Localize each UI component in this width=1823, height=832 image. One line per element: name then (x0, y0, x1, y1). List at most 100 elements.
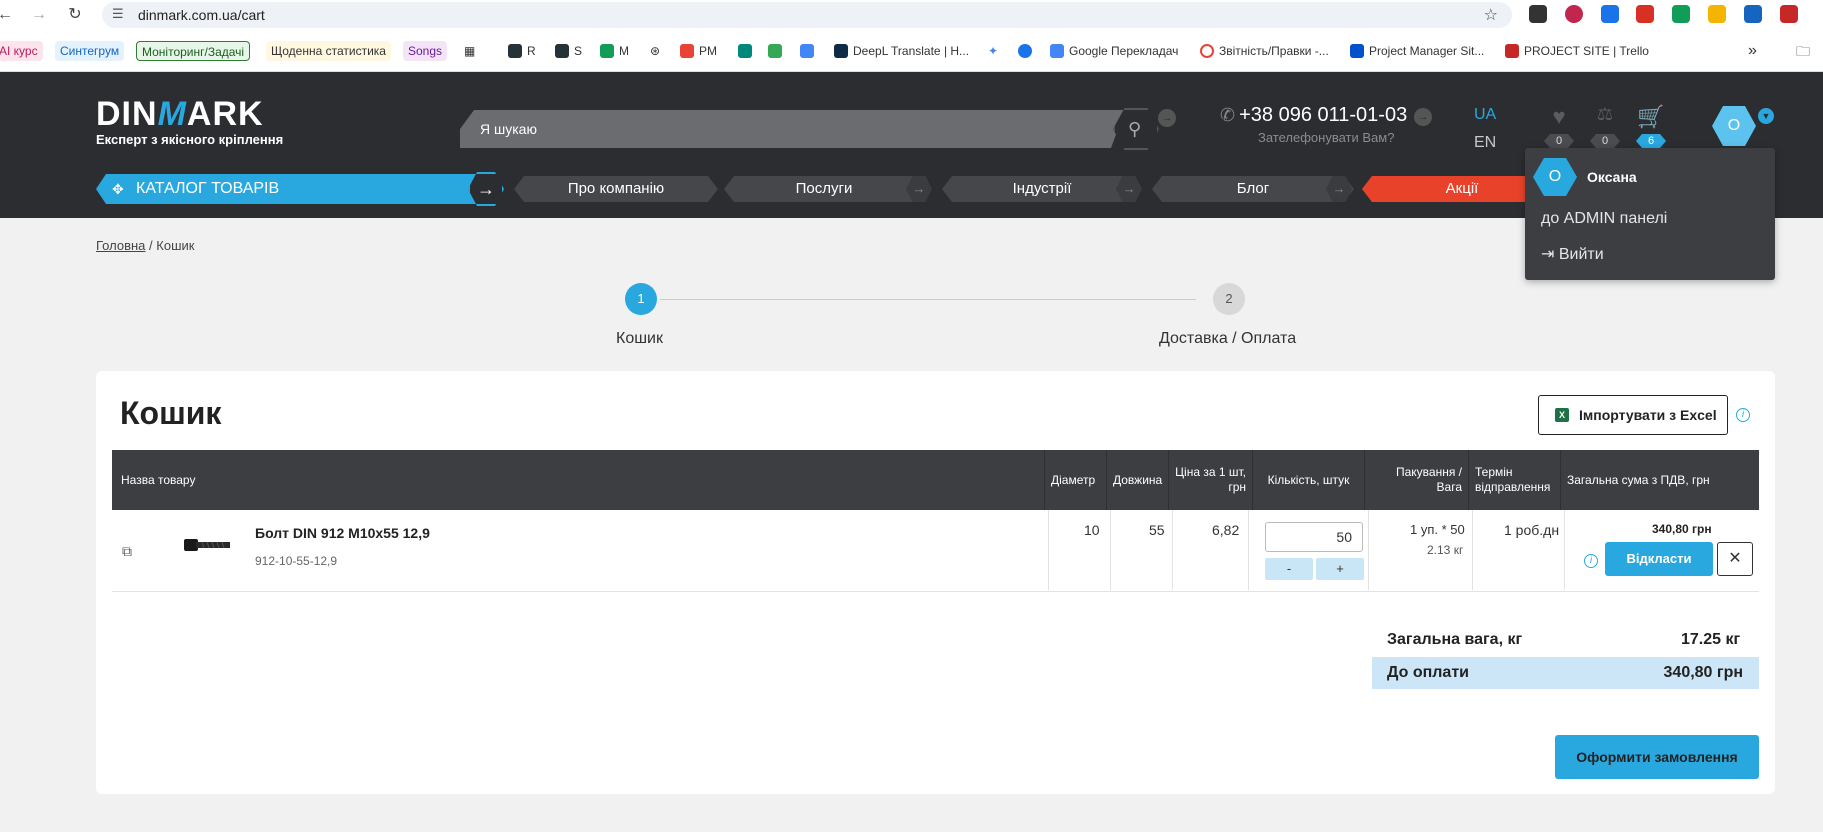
column-divider (1472, 510, 1473, 590)
gemini-icon[interactable]: ✦ (988, 41, 998, 61)
meet-icon[interactable] (738, 41, 757, 61)
logout-icon: ⇥ (1541, 246, 1559, 263)
nav-services[interactable]: Послуги (724, 176, 924, 202)
user-avatar[interactable]: О (1712, 106, 1756, 146)
col-diameter: Діаметр (1044, 450, 1106, 510)
step-line (660, 299, 1196, 300)
phone-arrow-icon[interactable]: → (1414, 108, 1432, 126)
play-icon[interactable] (768, 41, 787, 61)
slogan: Експерт з якісного кріплення (96, 132, 284, 147)
bookmark-item[interactable]: Звітність/Правки -... (1200, 41, 1329, 61)
column-divider (1248, 510, 1249, 590)
bookmark-item[interactable]: PROJECT SITE | Trello (1505, 41, 1649, 61)
bookmark-item[interactable]: AI курс (0, 41, 43, 61)
import-excel-button[interactable]: X Імпортувати з Excel (1538, 395, 1728, 435)
extension-circle-icon[interactable] (1672, 5, 1690, 23)
address-bar[interactable]: ☰ dinmark.com.ua/cart ☆ (102, 2, 1512, 28)
bookmark-item[interactable]: Project Manager Sit... (1350, 41, 1484, 61)
bookmark-star-icon[interactable]: ☆ (1484, 5, 1498, 25)
apps-grid-icon[interactable]: ▦ (464, 41, 475, 61)
extension-s-icon[interactable] (1636, 5, 1654, 23)
total-weight-label: Загальна вага, кг (1387, 631, 1523, 648)
bookmark-item[interactable]: DeepL Translate | H... (834, 41, 969, 61)
chatgpt-icon[interactable]: ⊛ (650, 41, 660, 61)
bookmark-item[interactable]: Синтегрум (55, 41, 125, 61)
to-pay-summary: До оплати 340,80 грн (1372, 657, 1759, 689)
column-divider (1048, 510, 1049, 590)
extension-arrow-icon[interactable] (1744, 5, 1762, 23)
breadcrumb-home[interactable]: Головна (96, 238, 145, 253)
col-packing: Пакування / Вага (1364, 450, 1468, 510)
site-logo[interactable]: DINMARK Експерт з якісного кріплення (96, 96, 283, 147)
extension-b-icon[interactable] (1601, 5, 1619, 23)
col-length: Довжина (1106, 450, 1168, 510)
bookmark-item[interactable]: M (600, 41, 629, 61)
checkout-button[interactable]: Оформити замовлення (1555, 735, 1759, 779)
step-2-circle[interactable]: 2 (1213, 283, 1245, 315)
reload-icon[interactable]: ↻ (64, 4, 86, 26)
info-icon[interactable]: i (1736, 408, 1750, 422)
quantity-increase-button[interactable]: + (1316, 558, 1364, 580)
user-name: Оксана (1587, 169, 1637, 185)
term-value: 1 роб.дн (1504, 522, 1560, 538)
lang-ua[interactable]: UA (1474, 106, 1496, 124)
more-bookmarks-icon[interactable]: » (1748, 41, 1757, 61)
folder-icon[interactable]: 🗀 (1796, 41, 1810, 61)
bookmarks-bar: AI курс Синтегрум Моніторинг/Задачі Щоде… (0, 38, 1823, 64)
quantity-input[interactable]: 50 (1265, 522, 1363, 552)
dropdown-avatar: О (1533, 158, 1577, 196)
nav-industries[interactable]: Індустрії (942, 176, 1142, 202)
phone-number[interactable]: ✆ +38 096 011-01-03 (1220, 104, 1407, 127)
breadcrumb-separator: / (149, 238, 153, 253)
product-image[interactable] (182, 530, 232, 560)
bookmark-item[interactable]: Google Перекладач (1050, 41, 1178, 61)
extension-translate-icon[interactable] (1708, 5, 1726, 23)
site-settings-icon[interactable]: ☰ (112, 6, 124, 22)
grid-icon: ✥ (112, 181, 124, 197)
nav-blog[interactable]: Блог (1152, 176, 1354, 202)
bookmark-item[interactable]: Моніторинг/Задачі (136, 41, 251, 61)
url-text: dinmark.com.ua/cart (138, 7, 265, 23)
cart-count: 6 (1636, 134, 1666, 148)
bookmark-item[interactable]: PM (680, 41, 717, 61)
weight-value: 2.13 кг (1427, 543, 1464, 557)
chevron-down-icon[interactable]: ▼ (1758, 108, 1774, 124)
compare-icon[interactable]: ⚖ (1590, 104, 1620, 125)
cart-icon[interactable]: 🛒 (1636, 104, 1666, 130)
callback-link[interactable]: Зателефонувати Вам? (1258, 130, 1394, 145)
wishlist-count: 0 (1544, 134, 1574, 148)
compare-count: 0 (1590, 134, 1620, 148)
lang-en[interactable]: EN (1474, 134, 1496, 152)
wishlist-heart-icon[interactable]: ♥ (1544, 104, 1574, 130)
podcast-icon[interactable] (1018, 41, 1037, 61)
back-icon[interactable]: ← (0, 4, 16, 26)
extension-image-icon[interactable] (1529, 5, 1547, 23)
to-pay-value: 340,80 грн (1663, 664, 1743, 681)
forward-icon[interactable]: → (28, 4, 50, 26)
logout-link[interactable]: ⇥ Вийти (1541, 244, 1604, 264)
address-row: ← → ↻ ☰ dinmark.com.ua/cart ☆ (0, 0, 1823, 30)
extension-red-icon[interactable] (1780, 5, 1798, 23)
extension-shield-icon[interactable] (1565, 5, 1583, 23)
search-input[interactable]: Я шукаю (460, 110, 1125, 148)
catalog-button[interactable]: ✥ КАТАЛОГ ТОВАРІВ (96, 174, 486, 204)
product-name[interactable]: Болт DIN 912 M10x55 12,9 (255, 525, 430, 541)
heart-bookmark-icon[interactable] (800, 41, 819, 61)
admin-panel-link[interactable]: до ADMIN панелі (1541, 210, 1667, 228)
nav-about[interactable]: Про компанію (514, 176, 718, 202)
bookmark-item[interactable]: S (555, 41, 582, 61)
info-icon[interactable]: i (1584, 554, 1598, 568)
bookmark-item[interactable]: R (508, 41, 536, 61)
quantity-decrease-button[interactable]: - (1265, 558, 1313, 580)
search-arrow-icon[interactable]: → (1158, 109, 1176, 127)
copy-icon[interactable]: ⧉ (122, 543, 132, 560)
column-divider (1172, 510, 1173, 590)
bookmark-item[interactable]: Щоденна статистика (266, 41, 391, 61)
remove-item-button[interactable]: ✕ (1717, 542, 1753, 576)
breadcrumb-current: Кошик (156, 238, 195, 253)
bookmark-item[interactable]: Songs (403, 41, 448, 61)
postpone-button[interactable]: Відкласти (1605, 542, 1713, 576)
step-1-circle[interactable]: 1 (625, 283, 657, 315)
search-placeholder: Я шукаю (480, 121, 537, 137)
col-price: Ціна за 1 шт, грн (1168, 450, 1252, 510)
